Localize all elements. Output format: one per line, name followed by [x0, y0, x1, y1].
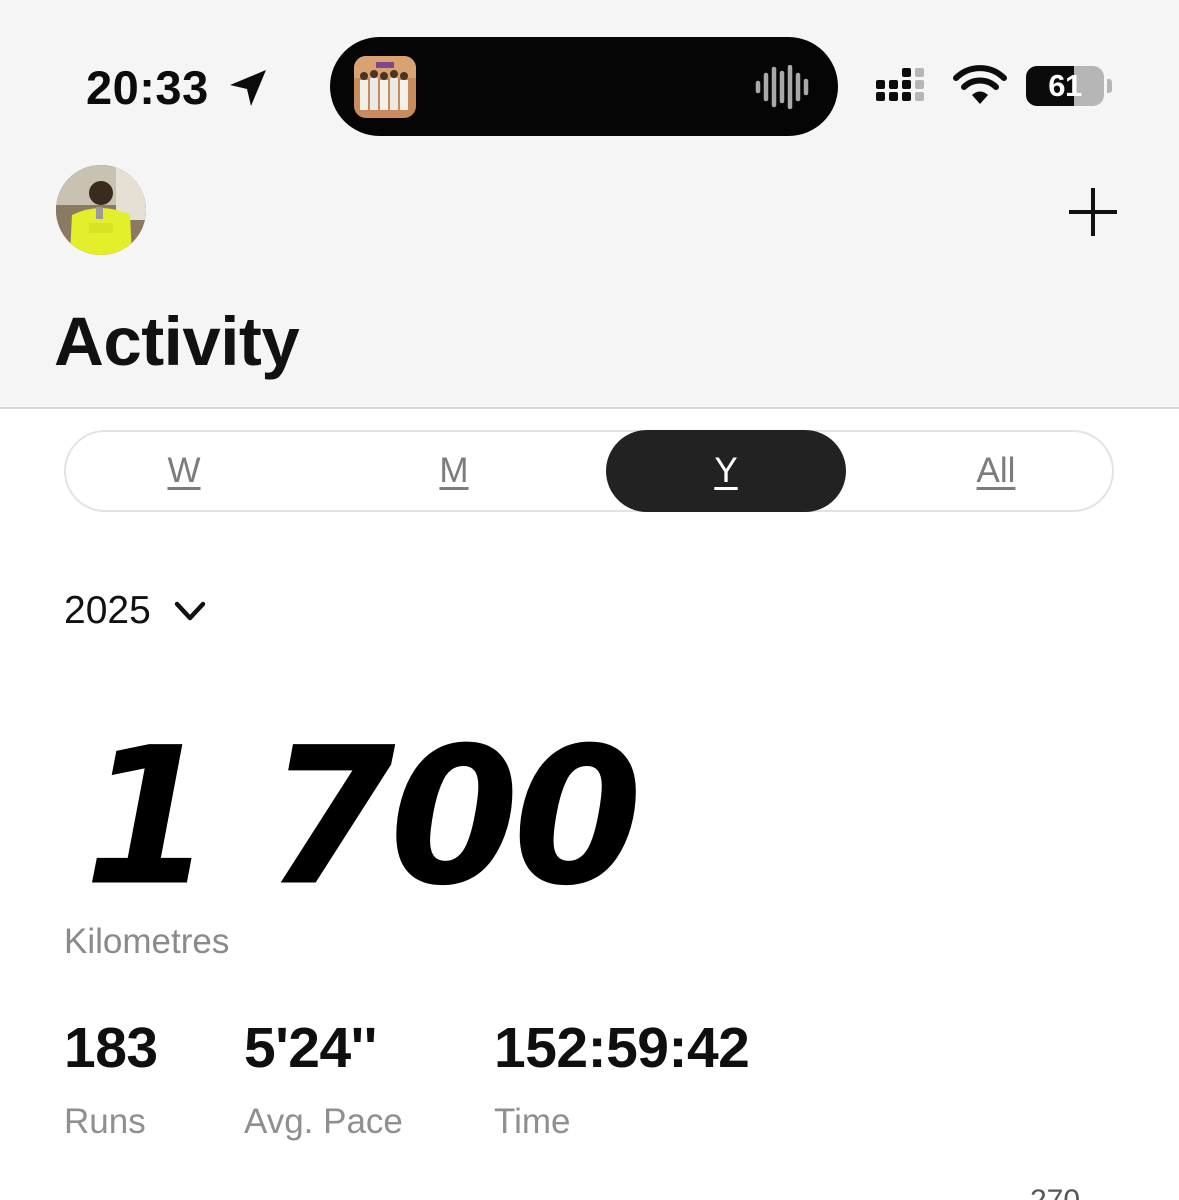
year-dropdown[interactable]: 2025: [64, 588, 207, 634]
stat-runs: 183 Runs: [64, 1016, 158, 1142]
total-distance: 1 700: [84, 706, 642, 928]
add-button[interactable]: [1066, 185, 1120, 239]
signal-icon: [876, 68, 924, 101]
tab-month[interactable]: M: [336, 430, 572, 512]
page-title: Activity: [54, 303, 300, 380]
battery-percent: 61: [1048, 68, 1082, 103]
stat-value: 152:59:42: [494, 1016, 750, 1080]
location-arrow-icon: [230, 70, 266, 106]
partial-value: 270: [1030, 1184, 1080, 1200]
stat-label: Time: [494, 1102, 571, 1141]
stat-value: 5'24'': [244, 1016, 377, 1080]
chevron-down-icon: [174, 601, 206, 621]
stat-value: 183: [64, 1016, 158, 1080]
tab-all[interactable]: All: [878, 430, 1114, 512]
album-art-icon: [354, 56, 416, 118]
audio-waveform-icon: [755, 65, 809, 109]
distance-unit: Kilometres: [64, 922, 230, 961]
wifi-icon: [953, 65, 1007, 104]
stat-label: Runs: [64, 1102, 146, 1141]
tab-week[interactable]: W: [66, 430, 302, 512]
avatar[interactable]: [56, 165, 146, 255]
tab-year[interactable]: Y: [606, 430, 846, 512]
header-area: 20:33 61 Activity: [0, 0, 1179, 409]
year-label: 2025: [64, 589, 151, 632]
dynamic-island[interactable]: [330, 37, 838, 136]
battery-icon: 61: [1026, 66, 1112, 106]
stat-avg-pace: 5'24'' Avg. Pace: [244, 1016, 403, 1142]
status-time: 20:33: [86, 61, 209, 114]
stat-time: 152:59:42 Time: [494, 1016, 750, 1142]
stat-label: Avg. Pace: [244, 1102, 403, 1141]
period-segmented-control: W M Y All: [64, 430, 1114, 512]
